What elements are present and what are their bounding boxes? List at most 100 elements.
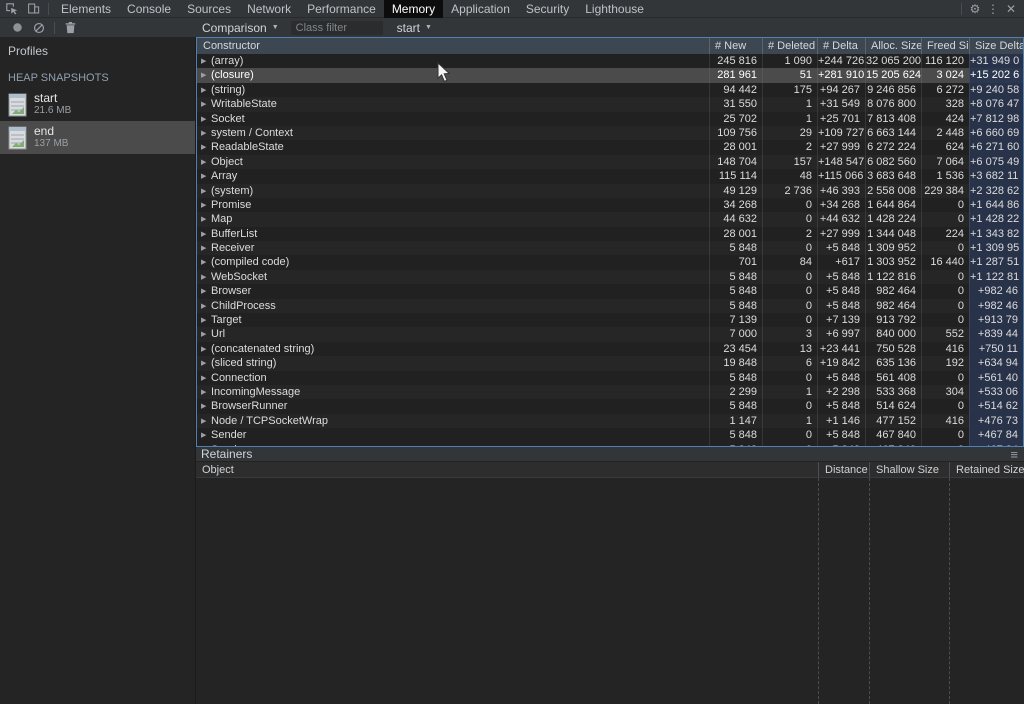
- deleted-cell: 1: [762, 97, 817, 111]
- retainers-column-header[interactable]: Distance: [818, 462, 869, 477]
- table-row[interactable]: ▶(closure)281 96151+281 91015 205 6243 0…: [197, 68, 1023, 82]
- table-row[interactable]: ▶Map44 6320+44 6321 428 2240+1 428 22: [197, 212, 1023, 226]
- table-row[interactable]: ▶(system)49 1292 736+46 3932 558 008229 …: [197, 184, 1023, 198]
- column-header[interactable]: # New: [709, 38, 762, 54]
- column-header[interactable]: Freed Size: [921, 38, 969, 54]
- disclosure-triangle-icon[interactable]: ▶: [201, 372, 211, 385]
- retainers-menu-icon[interactable]: ≡: [1010, 448, 1024, 461]
- disclosure-triangle-icon[interactable]: ▶: [201, 98, 211, 111]
- tab-lighthouse[interactable]: Lighthouse: [577, 0, 652, 18]
- disclosure-triangle-icon[interactable]: ▶: [201, 285, 211, 298]
- table-row[interactable]: ▶(array)245 8161 090+244 72632 065 20011…: [197, 54, 1023, 68]
- table-row[interactable]: ▶Browser5 8480+5 848982 4640+982 46: [197, 284, 1023, 298]
- disclosure-triangle-icon[interactable]: ▶: [201, 69, 211, 82]
- disclosure-triangle-icon[interactable]: ▶: [201, 357, 211, 370]
- table-row[interactable]: ▶Array115 11448+115 0663 683 6481 536+3 …: [197, 169, 1023, 183]
- table-row[interactable]: ▶Object148 704157+148 5476 082 5607 064+…: [197, 155, 1023, 169]
- tab-performance[interactable]: Performance: [299, 0, 384, 18]
- table-row[interactable]: ▶system / Context109 75629+109 7276 663 …: [197, 126, 1023, 140]
- snapshot-item-end[interactable]: end 137 MB: [0, 121, 195, 154]
- tab-application[interactable]: Application: [443, 0, 518, 18]
- close-devtools-icon[interactable]: ✕: [1002, 2, 1020, 16]
- retainers-column-header[interactable]: Shallow Size: [869, 462, 949, 477]
- disclosure-triangle-icon[interactable]: ▶: [201, 156, 211, 169]
- disclosure-triangle-icon[interactable]: ▶: [201, 84, 211, 97]
- constructor-name: Url: [211, 328, 225, 340]
- freed-cell: 624: [921, 140, 969, 154]
- table-row[interactable]: ▶WebSocket5 8480+5 8481 122 8160+1 122 8…: [197, 270, 1023, 284]
- tab-network[interactable]: Network: [239, 0, 299, 18]
- class-filter-input[interactable]: [291, 21, 383, 35]
- inspect-element-icon[interactable]: [0, 1, 22, 17]
- table-row[interactable]: ▶ReadableState28 0012+27 9996 272 224624…: [197, 140, 1023, 154]
- table-row[interactable]: ▶(sliced string)19 8486+19 842635 136192…: [197, 356, 1023, 370]
- table-row[interactable]: ▶(concatenated string)23 45413+23 441750…: [197, 342, 1023, 356]
- clear-profiles-icon[interactable]: [28, 20, 50, 36]
- table-row[interactable]: ▶(compiled code)70184+6171 303 95216 440…: [197, 255, 1023, 269]
- settings-gear-icon[interactable]: ⚙: [966, 2, 984, 16]
- disclosure-triangle-icon[interactable]: ▶: [201, 328, 211, 341]
- snapshot-item-start[interactable]: start 21.6 MB: [0, 88, 195, 121]
- disclosure-triangle-icon[interactable]: ▶: [201, 127, 211, 140]
- disclosure-triangle-icon[interactable]: ▶: [201, 429, 211, 442]
- tab-security[interactable]: Security: [518, 0, 577, 18]
- disclosure-triangle-icon[interactable]: ▶: [201, 185, 211, 198]
- perspective-select[interactable]: Comparison ▼: [202, 21, 279, 35]
- disclosure-triangle-icon[interactable]: ▶: [201, 242, 211, 255]
- table-row[interactable]: ▶Receiver5 8480+5 8481 309 9520+1 309 95: [197, 241, 1023, 255]
- heap-snapshot-icon: [8, 93, 27, 117]
- new-cell: 701: [709, 255, 762, 269]
- table-row[interactable]: ▶IncomingMessage2 2991+2 298533 368304+5…: [197, 385, 1023, 399]
- disclosure-triangle-icon[interactable]: ▶: [201, 415, 211, 428]
- column-header[interactable]: Constructor: [197, 38, 709, 54]
- disclosure-triangle-icon[interactable]: ▶: [201, 343, 211, 356]
- disclosure-triangle-icon[interactable]: ▶: [201, 256, 211, 269]
- column-header[interactable]: Size Delta▼: [969, 38, 1023, 54]
- retainers-column-header[interactable]: Object: [196, 462, 818, 477]
- table-row[interactable]: ▶Node / TCPSocketWrap1 1471+1 146477 152…: [197, 414, 1023, 428]
- disclosure-triangle-icon[interactable]: ▶: [201, 199, 211, 212]
- tab-elements[interactable]: Elements: [53, 0, 119, 18]
- disclosure-triangle-icon[interactable]: ▶: [201, 228, 211, 241]
- baseline-snapshot-select[interactable]: start ▼: [397, 21, 432, 35]
- toolbar-divider: [48, 3, 49, 15]
- table-row[interactable]: ▶Sender5 8480+5 848467 8400+467 84: [197, 428, 1023, 442]
- delete-snapshot-trash-icon[interactable]: [59, 20, 81, 36]
- disclosure-triangle-icon[interactable]: ▶: [201, 300, 211, 313]
- column-header[interactable]: # Deleted: [762, 38, 817, 54]
- table-row[interactable]: ▶ChildProcess5 8480+5 848982 4640+982 46: [197, 299, 1023, 313]
- device-toolbar-icon[interactable]: [22, 1, 44, 17]
- table-row[interactable]: ▶(string)94 442175+94 2679 246 8566 272+…: [197, 83, 1023, 97]
- table-row[interactable]: ▶Socket25 7021+25 7017 813 408424+7 812 …: [197, 112, 1023, 126]
- disclosure-triangle-icon[interactable]: ▶: [201, 386, 211, 399]
- tab-sources[interactable]: Sources: [179, 0, 239, 18]
- alloc-cell: 750 528: [865, 342, 921, 356]
- disclosure-triangle-icon[interactable]: ▶: [201, 444, 211, 446]
- disclosure-triangle-icon[interactable]: ▶: [201, 55, 211, 68]
- table-row[interactable]: ▶Target7 1390+7 139913 7920+913 79: [197, 313, 1023, 327]
- size_delta-cell: +982 46: [969, 284, 1023, 298]
- disclosure-triangle-icon[interactable]: ▶: [201, 141, 211, 154]
- disclosure-triangle-icon[interactable]: ▶: [201, 213, 211, 226]
- column-header[interactable]: # Delta: [817, 38, 865, 54]
- disclosure-triangle-icon[interactable]: ▶: [201, 271, 211, 284]
- retainers-column-header[interactable]: Retained Size: [949, 462, 1024, 477]
- more-options-kebab-icon[interactable]: ⋮: [984, 2, 1002, 16]
- deleted-cell: 1 090: [762, 54, 817, 68]
- table-row[interactable]: ▶Connection5 8480+5 848561 4080+561 40: [197, 371, 1023, 385]
- disclosure-triangle-icon[interactable]: ▶: [201, 314, 211, 327]
- table-row[interactable]: ▶Url7 0003+6 997840 000552+839 44: [197, 327, 1023, 341]
- table-row[interactable]: ▶Promise34 2680+34 2681 644 8640+1 644 8…: [197, 198, 1023, 212]
- table-row[interactable]: ▶Sender5 8480+5 848467 8400+467 84: [197, 443, 1023, 446]
- record-heap-snapshot-icon[interactable]: [6, 20, 28, 36]
- baseline-select-label: start: [397, 21, 420, 35]
- disclosure-triangle-icon[interactable]: ▶: [201, 170, 211, 183]
- column-header[interactable]: Alloc. Size: [865, 38, 921, 54]
- table-row[interactable]: ▶BufferList28 0012+27 9991 344 048224+1 …: [197, 227, 1023, 241]
- tab-console[interactable]: Console: [119, 0, 179, 18]
- disclosure-triangle-icon[interactable]: ▶: [201, 400, 211, 413]
- disclosure-triangle-icon[interactable]: ▶: [201, 113, 211, 126]
- table-row[interactable]: ▶WritableState31 5501+31 5498 076 800328…: [197, 97, 1023, 111]
- tab-memory[interactable]: Memory: [384, 0, 443, 18]
- table-row[interactable]: ▶BrowserRunner5 8480+5 848514 6240+514 6…: [197, 399, 1023, 413]
